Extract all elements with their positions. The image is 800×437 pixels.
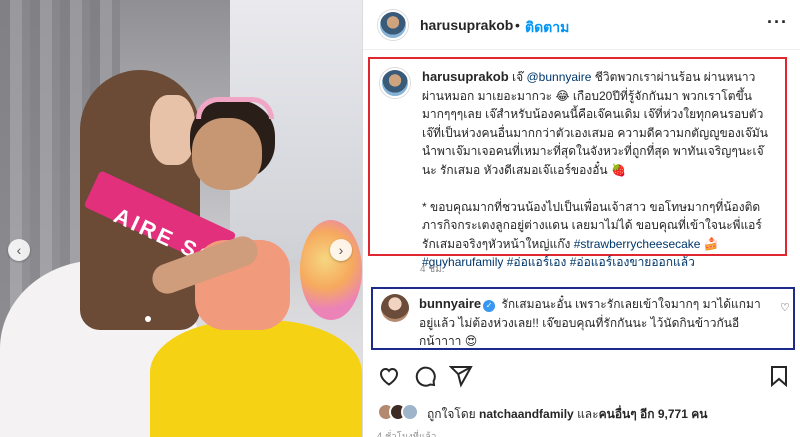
- caption-mention-link[interactable]: @bunnyaire: [527, 70, 592, 84]
- post-time: 4 ชั่วโมงที่แล้ว: [377, 431, 437, 437]
- caption-body: เจ๊ @bunnyaire ชีวิตพวกเราผ่านร้อน ผ่านห…: [422, 70, 768, 177]
- caption-paragraph-1: harusuprakob เจ๊ @bunnyaire ชีวิตพวกเราผ…: [422, 68, 777, 180]
- carousel-dot: [145, 316, 151, 322]
- caption-time: 4 ชม.: [420, 264, 445, 275]
- hashtag-link[interactable]: #อ่อแอร์เองขายออกแล้ว: [570, 255, 695, 269]
- liker-avatar: [401, 403, 419, 421]
- share-send-icon[interactable]: [448, 364, 475, 390]
- commenter-avatar[interactable]: [381, 294, 409, 322]
- follow-button[interactable]: ติดตาม: [525, 17, 569, 39]
- author-avatar[interactable]: [378, 10, 408, 40]
- photo-person1-face: [150, 95, 195, 165]
- photo-headband: [196, 97, 274, 119]
- likes-prefix: ถูกใจโดย: [427, 407, 480, 421]
- verified-badge-icon: ✓: [483, 300, 496, 312]
- post-photo[interactable]: AIRE SO ‹ ›: [0, 0, 362, 437]
- caption-text-segment: เจ๊: [508, 70, 527, 84]
- comment-bubble-icon[interactable]: [413, 364, 439, 390]
- comment-highlight-box: bunnyaire ✓ รักเสมอนะอั๋น เพราะรักเลยเข้า…: [371, 287, 795, 350]
- post-actions-bar: [363, 360, 800, 394]
- caption-text-segment: 🍰: [700, 236, 719, 251]
- caption-paragraph-2: * ขอบคุณมากที่ชวนน้องไปเป็นเพื่อนเจ้าสาว…: [422, 198, 777, 272]
- post-header: harusuprakob • ติดตาม ···: [363, 0, 800, 50]
- caption-highlight-box: harusuprakob เจ๊ @bunnyaire ชีวิตพวกเราผ…: [368, 57, 787, 269]
- photo-colorful-ring: [300, 220, 362, 320]
- post-detail-panel: harusuprakob • ติดตาม ··· harusuprakob เ…: [362, 0, 800, 437]
- previous-photo-button[interactable]: ‹: [8, 239, 30, 261]
- comment-text: bunnyaire ✓ รักเสมอนะอั๋น เพราะรักเลยเข้า…: [419, 295, 764, 351]
- save-bookmark-icon[interactable]: [767, 364, 793, 390]
- like-heart-icon[interactable]: [377, 364, 403, 390]
- next-photo-button[interactable]: ›: [330, 239, 352, 261]
- comment-like-heart-icon[interactable]: ♡: [780, 301, 790, 314]
- liker-username[interactable]: natchaandfamily: [479, 407, 574, 421]
- hashtag-link[interactable]: #อ่อแอร์เอง: [507, 255, 567, 269]
- caption-username[interactable]: harusuprakob: [422, 69, 509, 84]
- caption-text: harusuprakob เจ๊ @bunnyaire ชีวิตพวกเราผ…: [422, 68, 777, 272]
- caption-author-avatar[interactable]: [380, 68, 410, 98]
- photo-person2-face: [192, 118, 262, 190]
- photo-yellow-skirt: [150, 320, 362, 437]
- likes-middle: และ: [573, 407, 599, 421]
- more-options-icon[interactable]: ···: [767, 12, 788, 33]
- commenter-username[interactable]: bunnyaire: [419, 296, 481, 311]
- header-separator: •: [515, 17, 520, 33]
- caption-text-segment: ชีวิตพวกเราผ่านร้อน ผ่านหนาว ผ่านหมอก มา…: [422, 70, 768, 177]
- hashtag-link[interactable]: #strawberrycheesecake: [574, 237, 701, 251]
- likes-summary: ถูกใจโดย natchaandfamily และคนอื่นๆ อีก …: [377, 401, 797, 423]
- likes-text: ถูกใจโดย natchaandfamily และคนอื่นๆ อีก …: [427, 405, 707, 424]
- likes-others-link[interactable]: คนอื่นๆ อีก 9,771 คน: [599, 407, 708, 421]
- author-username[interactable]: harusuprakob: [420, 17, 513, 33]
